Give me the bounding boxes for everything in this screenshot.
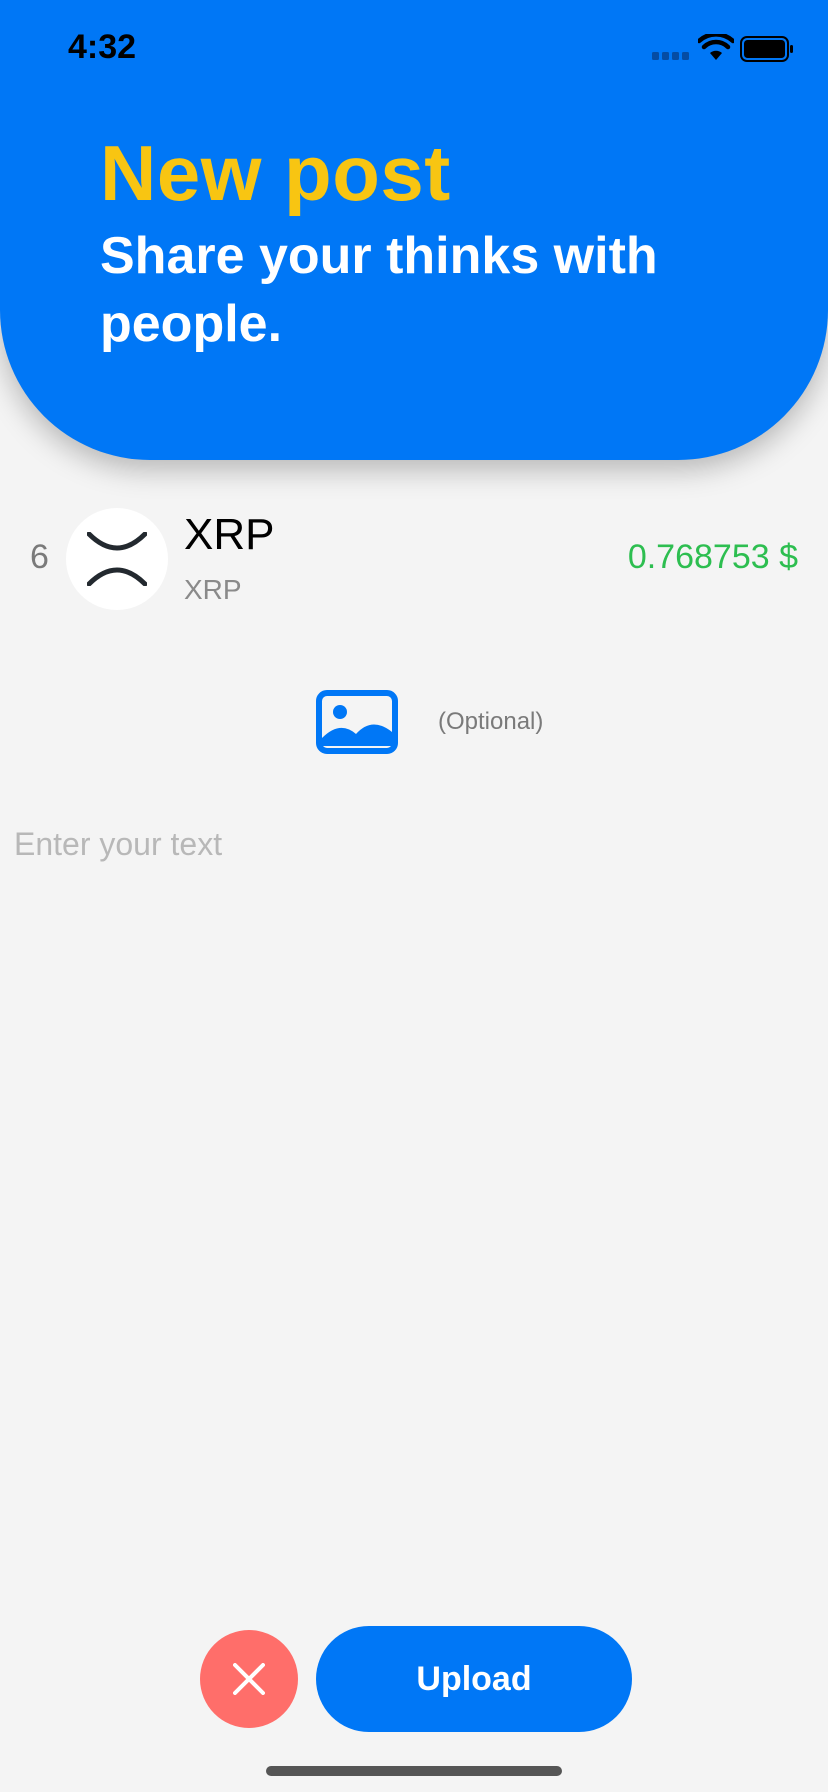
cellular-signal-icon	[652, 52, 689, 60]
upload-button[interactable]: Upload	[316, 1626, 632, 1732]
image-optional-label: (Optional)	[438, 708, 544, 735]
header-banner: 4:32 New post Share your thinks with peo…	[0, 0, 828, 460]
coin-price: 0.768753 $	[627, 538, 798, 576]
selected-coin-row[interactable]: 6 XRP XRP 0.768753 $	[0, 500, 828, 620]
coin-rank: 6	[30, 538, 49, 576]
page-subtitle: Share your thinks with people.	[100, 227, 658, 353]
coin-name: XRP	[184, 510, 275, 559]
close-icon	[233, 1663, 265, 1695]
post-text-input[interactable]	[14, 826, 814, 1326]
xrp-logo-icon	[87, 532, 147, 586]
home-indicator	[266, 1766, 562, 1776]
status-time: 4:32	[68, 28, 137, 66]
status-bar: 4:32	[0, 0, 828, 100]
wifi-icon	[698, 34, 734, 60]
coin-symbol: XRP	[184, 574, 242, 605]
photo-icon[interactable]	[316, 690, 398, 754]
coin-logo	[66, 508, 168, 610]
cancel-button[interactable]	[200, 1630, 298, 1728]
battery-icon	[740, 36, 793, 62]
page-title: New post	[100, 129, 451, 217]
